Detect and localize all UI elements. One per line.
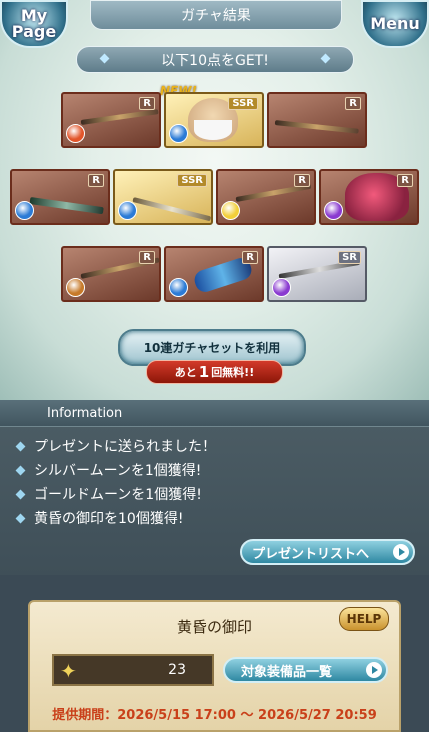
beard-icon [194,120,232,140]
dark-element-icon [324,201,343,220]
info-message-text: プレゼントに送られました！ [34,439,216,455]
free-suffix: 回無料!! [211,366,255,379]
help-label: HELP [346,612,382,626]
info-message-text: シルバームーンを1個獲得! [34,463,202,479]
result-card[interactable]: R [216,169,316,225]
info-message-text: 黄昏の御印を10個獲得! [34,511,184,527]
menu-label: Menu [370,14,420,33]
water-element-icon [169,278,188,297]
gacha-set-label: 10連ガチャセットを利用 [143,341,281,355]
target-equipment-list-label: 対象装備品一覧 [241,664,333,680]
earth-element-icon [66,278,85,297]
trident-icon [132,197,212,222]
rarity-badge: R [139,97,155,110]
present-list-label: プレゼントリストへ [252,546,370,562]
water-element-icon [169,124,188,143]
info-message: プレゼントに送られました！ [14,436,216,456]
rarity-badge: SR [338,251,361,264]
rarity-badge: R [139,251,155,264]
item-count: 23 [168,662,186,678]
light-element-icon [221,201,240,220]
water-element-icon [15,201,34,220]
item-count-box: ✦ 23 [52,654,214,686]
result-banner-text: 以下10点をGET! [161,52,269,69]
info-message: シルバームーンを1個獲得! [14,460,201,480]
info-message: 黄昏の御印を10個獲得! [14,508,183,528]
gem-icon [99,53,110,64]
free-prefix: あと [174,366,197,379]
my-page-label: My Page [11,6,57,41]
availability-period: 提供期間：2026/5/15 17:00 〜 2026/5/27 20:59 [52,708,377,723]
result-card[interactable]: SR [267,246,367,302]
present-list-button[interactable]: プレゼントリストへ [240,539,415,565]
result-banner: 以下10点をGET! [76,46,354,73]
arrow-right-icon [393,544,409,560]
gacha-result-area: My Page ガチャ結果 Menu 以下10点をGET! NEW! R SSR… [0,0,429,400]
result-card[interactable]: SSR [164,92,264,148]
result-card[interactable]: R [267,92,367,148]
information-header: Information [0,400,429,427]
water-element-icon [118,201,137,220]
result-card[interactable]: SSR [113,169,213,225]
result-card[interactable]: R [10,169,110,225]
rarity-badge: R [88,174,104,187]
diamond-bullet-icon [15,489,26,500]
result-card[interactable]: R [319,169,419,225]
page-title: ガチャ結果 [181,8,251,24]
spear-icon [274,120,359,134]
diamond-bullet-icon [15,513,26,524]
result-card[interactable]: R [61,246,161,302]
help-button[interactable]: HELP [339,607,389,631]
result-card[interactable]: R [164,246,264,302]
gem-icon [320,53,331,64]
sparkle-icon: ✦ [60,659,77,683]
rarity-badge: R [294,174,310,187]
arrow-right-icon [366,662,382,678]
diamond-bullet-icon [15,465,26,476]
rarity-badge: R [242,251,258,264]
fire-element-icon [66,124,85,143]
menu-button[interactable]: Menu [361,0,429,48]
my-page-button[interactable]: My Page [0,0,68,48]
info-message: ゴールドムーンを1個獲得! [14,484,202,504]
information-title: Information [47,406,123,421]
header-bar: ガチャ結果 [90,0,342,30]
rarity-badge: SSR [177,174,207,187]
info-message-text: ゴールドムーンを1個獲得! [34,487,202,503]
item-panel: 黄昏の御印 HELP ✦ 23 対象装備品一覧 提供期間：2026/5/15 1… [28,600,401,732]
sword-icon [29,197,104,215]
result-card[interactable]: R [61,92,161,148]
rarity-badge: SSR [228,97,258,110]
rarity-badge: R [345,97,361,110]
rarity-badge: R [397,174,413,187]
free-remaining-badge: あと 1 回無料!! [146,360,283,384]
dark-element-icon [272,278,291,297]
diamond-bullet-icon [15,441,26,452]
free-count: 1 [198,363,210,381]
rod-icon [80,109,159,125]
target-equipment-list-button[interactable]: 対象装備品一覧 [223,657,388,683]
